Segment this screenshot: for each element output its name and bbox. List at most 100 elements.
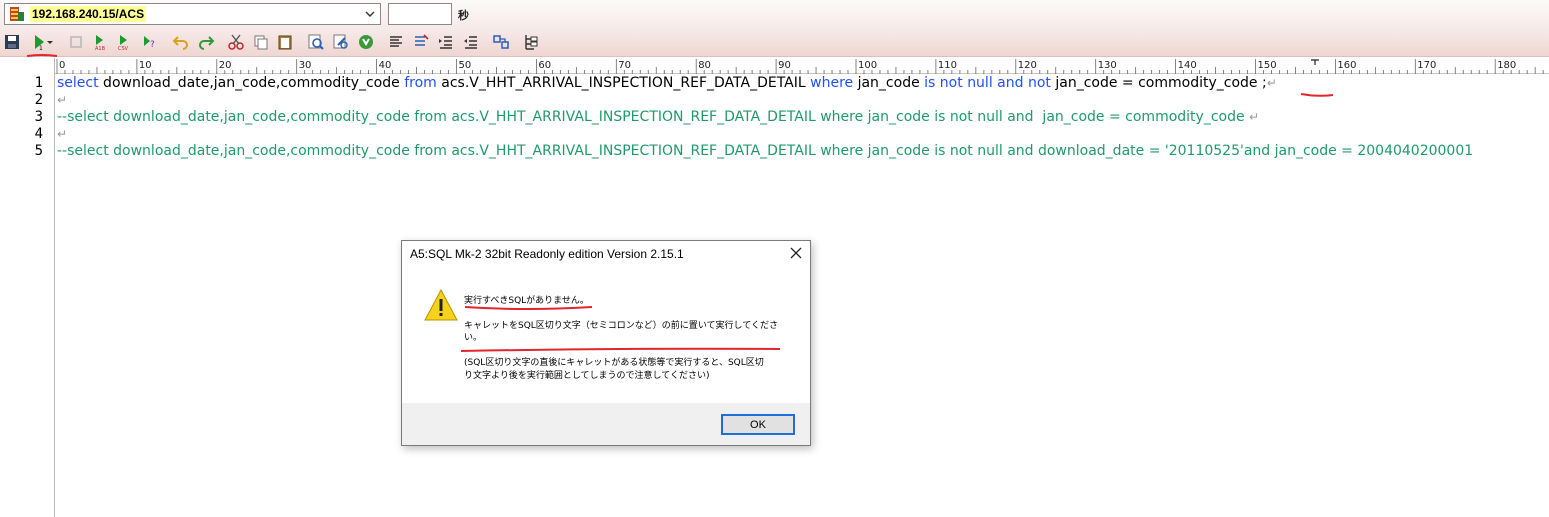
ruler-label: 40: [379, 60, 392, 71]
ruler-label: 60: [538, 60, 551, 71]
ruler-label: 130: [1098, 60, 1117, 71]
copy-button[interactable]: [251, 32, 271, 52]
ruler-label: 20: [219, 60, 232, 71]
line-end-marker: ↵: [1266, 76, 1277, 90]
ruler-label: 100: [858, 60, 877, 71]
save-button[interactable]: [2, 32, 22, 52]
ok-button[interactable]: OK: [721, 414, 795, 435]
ruler-ticks: 0 10 20 30 40 50 60 70 80 90 100 110 120 130 140 150 160…: [56, 59, 1544, 74]
code-line[interactable]: select download_date,jan_code,commodity_…: [57, 75, 1277, 92]
comment-button[interactable]: [411, 32, 431, 52]
close-icon[interactable]: [788, 245, 804, 261]
ruler-label: 0: [59, 60, 65, 71]
paste-button[interactable]: [275, 32, 295, 52]
indent-icon: [439, 36, 452, 49]
paste-icon: [278, 35, 292, 50]
jump-button[interactable]: [356, 32, 376, 52]
run-to-csv-icon: CSV: [118, 35, 129, 51]
connection-select[interactable]: 192.168.240.15/ACS: [4, 3, 381, 25]
dialog-message-hint: キャレットをSQL区切り文字（セミコロンなど）の前に置いて実行してくださ: [464, 321, 779, 331]
code-token: acs.V_HHT_ARRIVAL_INSPECTION_REF_DATA_DE…: [436, 75, 811, 91]
format-button[interactable]: [386, 32, 406, 52]
unindent-button[interactable]: [461, 32, 481, 52]
code-token: from: [404, 75, 437, 91]
code-token: and: [997, 75, 1024, 91]
dialog-message-note-cont: り文字より後を実行範囲としてしまうので注意してください): [464, 371, 710, 381]
line-number: 3: [34, 109, 43, 125]
caret-marker: [1311, 59, 1319, 65]
code-token: select: [57, 75, 99, 91]
redo-icon: [199, 36, 215, 50]
format-icon: [390, 36, 402, 47]
ruler-label: 90: [778, 60, 791, 71]
indent-button[interactable]: [436, 32, 456, 52]
line-number-gutter: 1 2 3 4 5: [0, 58, 55, 517]
run-to-excel-button[interactable]: A1B: [91, 32, 111, 52]
svg-text:CSV: CSV: [118, 46, 129, 51]
find-button[interactable]: [306, 32, 326, 52]
ruler-label: 140: [1178, 60, 1197, 71]
dialog-message-hint-cont: い。: [464, 333, 483, 343]
ruler-label: 50: [459, 60, 472, 71]
run-to-csv-button[interactable]: CSV: [115, 32, 135, 52]
svg-text:A1B: A1B: [95, 46, 106, 51]
code-token: download_date,jan_code,commodity_code: [98, 75, 405, 91]
stop-icon: [70, 36, 82, 48]
ruler-label: 70: [618, 60, 631, 71]
chevron-down-icon[interactable]: [363, 7, 377, 21]
code-token: where: [810, 75, 854, 91]
explain-icon: ?: [144, 36, 155, 50]
ruler-label: 160: [1337, 60, 1356, 71]
code-token: not: [939, 75, 963, 91]
ruler-label: 110: [938, 60, 957, 71]
code-line[interactable]: ↵: [57, 92, 67, 109]
ruler-label: 120: [1018, 60, 1037, 71]
red-underline-semicolon: [1300, 93, 1334, 97]
ruler-label: 170: [1417, 60, 1436, 71]
dropdown-arrow-icon: [47, 41, 53, 44]
ruler-label: 180: [1497, 60, 1516, 71]
stop-button[interactable]: [66, 32, 86, 52]
copy-icon: [254, 35, 268, 50]
code-line[interactable]: ↵: [57, 126, 67, 143]
line-number: 1: [34, 75, 43, 91]
top-toolbar-area: 192.168.240.15/ACS 秒 1 A1B CSV ?: [0, 0, 1549, 57]
redo-button[interactable]: [196, 32, 216, 52]
explain-button[interactable]: ?: [140, 32, 160, 52]
sql-editor-window: 192.168.240.15/ACS 秒 1 A1B CSV ? 0 10 20…: [0, 0, 1549, 517]
code-line[interactable]: --select download_date,jan_code,commodit…: [57, 109, 1259, 126]
code-token: --select download_date,jan_code,commodit…: [57, 109, 1250, 125]
compare-button[interactable]: [491, 32, 511, 52]
timeout-seconds-input[interactable]: [388, 3, 452, 25]
code-token: is: [924, 75, 936, 91]
ruler-label: 80: [698, 60, 711, 71]
column-ruler: 0 10 20 30 40 50 60 70 80 90 100 110 120 130 140 150 160…: [55, 58, 1549, 74]
code-token: jan_code = commodity_code ;: [1050, 75, 1267, 91]
main-toolbar: 1 A1B CSV ?: [0, 30, 1549, 54]
database-icon: [10, 7, 24, 21]
line-end-marker: ↵: [57, 93, 68, 107]
undo-button[interactable]: [171, 32, 191, 52]
save-icon: [5, 35, 19, 49]
run-to-excel-icon: A1B: [95, 35, 106, 51]
dialog-title: A5:SQL Mk-2 32bit Readonly edition Versi…: [410, 247, 684, 261]
line-number: 5: [34, 143, 43, 159]
line-number: 2: [34, 92, 43, 108]
ruler-label: 150: [1258, 60, 1277, 71]
replace-button[interactable]: [331, 32, 351, 52]
svg-text:?: ?: [150, 40, 155, 50]
comment-icon: [415, 34, 429, 46]
run-dropdown-button[interactable]: [44, 32, 56, 52]
unindent-icon: [464, 36, 477, 49]
line-number: 4: [34, 126, 43, 142]
error-dialog: A5:SQL Mk-2 32bit Readonly edition Versi…: [401, 240, 811, 446]
code-token: jan_code: [853, 75, 925, 91]
undo-icon: [172, 36, 188, 50]
svg-text:1: 1: [39, 45, 43, 51]
find-icon: [308, 34, 324, 50]
cut-button[interactable]: [226, 32, 246, 52]
code-token: --select download_date,jan_code,commodit…: [57, 143, 1474, 159]
tree-button[interactable]: [521, 32, 541, 52]
code-line[interactable]: --select download_date,jan_code,commodit…: [57, 143, 1473, 160]
jump-icon: [359, 35, 373, 49]
